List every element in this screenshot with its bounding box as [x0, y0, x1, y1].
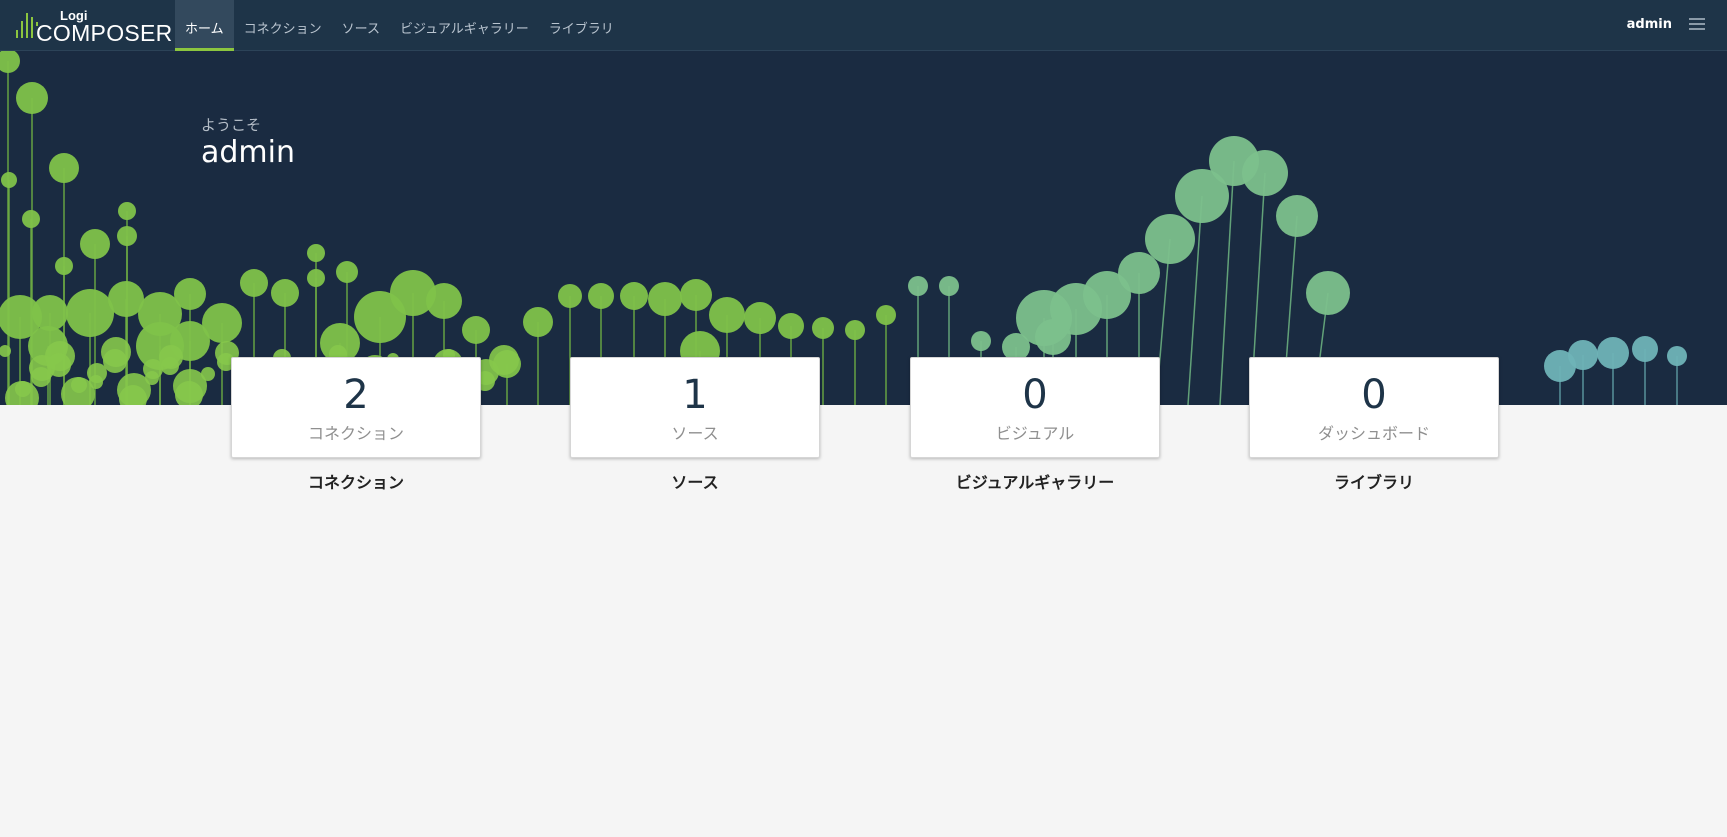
welcome-label: ようこそ — [201, 116, 262, 134]
logi-composer-logo[interactable]: Logi COMPOSER — [16, 6, 172, 46]
decorative-bubble-graphic — [0, 51, 1687, 405]
sources-link[interactable]: ソース — [570, 469, 820, 493]
nav-tab-home[interactable]: ホーム — [175, 0, 234, 51]
hamburger-menu-icon[interactable] — [1689, 18, 1705, 31]
visuals-card[interactable]: 0 ビジュアル — [910, 357, 1160, 458]
summary-cards: 2 コネクション コネクション 1 ソース ソース 0 ビジュアル ビジュアルギ… — [0, 357, 1727, 497]
sources-count: 1 — [682, 372, 708, 418]
dashboards-summary: 0 ダッシュボード ライブラリ — [1249, 357, 1499, 493]
visual-gallery-link[interactable]: ビジュアルギャラリー — [910, 469, 1160, 493]
dashboards-card[interactable]: 0 ダッシュボード — [1249, 357, 1499, 458]
sources-card-label: ソース — [671, 424, 719, 443]
sources-summary: 1 ソース ソース — [570, 357, 820, 493]
sources-card[interactable]: 1 ソース — [570, 357, 820, 458]
visuals-card-label: ビジュアル — [995, 424, 1075, 443]
dashboards-card-label: ダッシュボード — [1317, 424, 1430, 443]
connections-summary: 2 コネクション コネクション — [231, 357, 481, 493]
connections-card-label: コネクション — [307, 424, 404, 443]
welcome-banner: ようこそ admin — [0, 51, 1727, 405]
nav-tab-sources[interactable]: ソース — [332, 0, 390, 51]
logo-text-large: COMPOSER — [36, 20, 173, 46]
nav-tab-library[interactable]: ライブラリ — [539, 0, 624, 51]
library-link[interactable]: ライブラリ — [1249, 469, 1499, 493]
nav-tab-visual-gallery[interactable]: ビジュアルギャラリー — [390, 0, 539, 51]
connections-card[interactable]: 2 コネクション — [231, 357, 481, 458]
welcome-user-name: admin — [201, 135, 295, 170]
user-name[interactable]: admin — [1627, 17, 1672, 32]
connections-count: 2 — [343, 372, 369, 418]
main-nav: ホーム コネクション ソース ビジュアルギャラリー ライブラリ — [175, 0, 624, 51]
nav-tab-connections[interactable]: コネクション — [234, 0, 332, 51]
visuals-count: 0 — [1022, 372, 1048, 418]
top-navigation-bar: Logi COMPOSER ホーム コネクション ソース ビジュアルギャラリー … — [0, 0, 1727, 51]
dashboards-count: 0 — [1361, 372, 1387, 418]
logo-bars-icon — [16, 13, 38, 38]
visuals-summary: 0 ビジュアル ビジュアルギャラリー — [910, 357, 1160, 493]
connections-link[interactable]: コネクション — [231, 469, 481, 493]
